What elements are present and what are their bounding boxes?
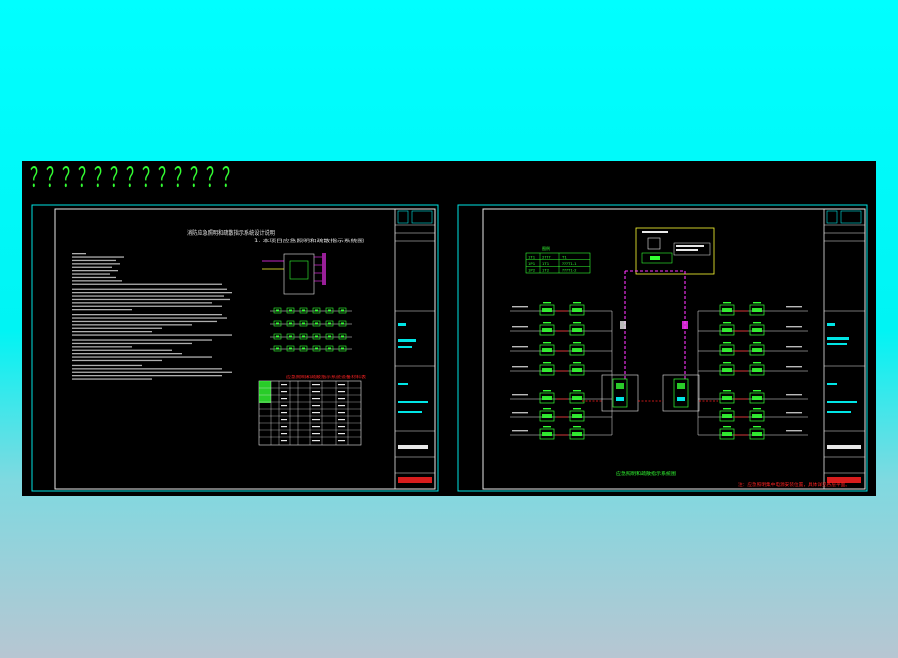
- sheet-2[interactable]: 图例 1T1 2??? T1 1P1 1T1 ???T1-1 1P2 1T2 ???T1-2: [457, 204, 868, 492]
- sheet-2-diagram-title: 应急照明和疏散指示系统图: [616, 470, 677, 477]
- svg-text:1T2: 1T2: [542, 268, 550, 273]
- feeder-rows: [510, 302, 808, 440]
- svg-text:1T1: 1T1: [542, 261, 550, 266]
- svg-text:1P2: 1P2: [528, 268, 536, 273]
- sheet-1[interactable]: 消防应急照明和疏散指示系统设计说明 1. 本项目应急照明和疏散指示系统图 应急照…: [31, 204, 439, 492]
- sheet-1-system-diagram: 1. 本项目应急照明和疏散指示系统图: [254, 237, 364, 352]
- header-marks: ？？？？？？？？？？？？？: [30, 163, 238, 194]
- sheet-1-title-block: [394, 209, 435, 489]
- sheet-1-notes: [72, 253, 232, 380]
- sheet-1-circuit-rows: [270, 307, 352, 352]
- sheet-1-equipment-table: 应急照明和疏散指示系统设备材料表: [258, 374, 367, 446]
- svg-text:1T1: 1T1: [528, 254, 536, 259]
- sheet-2-legend-title: 图例: [542, 245, 550, 251]
- sheet-1-table-caption: 应急照明和疏散指示系统设备材料表: [286, 374, 367, 379]
- sheet-2-note: 注：应急照明集中电源安装位置，具体详见各层平面。: [738, 481, 850, 488]
- sheet-2-legend: 图例 1T1 2??? T1 1P1 1T1 ???T1-1 1P2 1T2 ???T1-2: [525, 245, 591, 274]
- svg-text:???T1-2: ???T1-2: [562, 268, 577, 273]
- svg-text:1P1: 1P1: [528, 261, 536, 266]
- svg-text:T1: T1: [561, 254, 567, 259]
- sheet-1-title: 消防应急照明和疏散指示系统设计说明: [187, 229, 275, 237]
- cad-model-space[interactable]: ？？？？？？？？？？？？？ 消防应急照明和疏散指示系统设计说明 1. 本项目应急…: [22, 161, 876, 496]
- svg-text:???T1-1: ???T1-1: [562, 261, 577, 266]
- cad-drawing: ？？？？？？？？？？？？？ 消防应急照明和疏散指示系统设计说明 1. 本项目应急…: [30, 163, 868, 492]
- sheet-1-right-title: 1. 本项目应急照明和疏散指示系统图: [254, 237, 364, 243]
- power-supply-right: [662, 374, 700, 412]
- svg-text:2???: 2???: [542, 254, 550, 259]
- control-host: [635, 227, 715, 275]
- power-supply-left: [601, 374, 639, 412]
- sheet-2-title-block: [823, 209, 865, 489]
- bus-trunk: [620, 270, 688, 379]
